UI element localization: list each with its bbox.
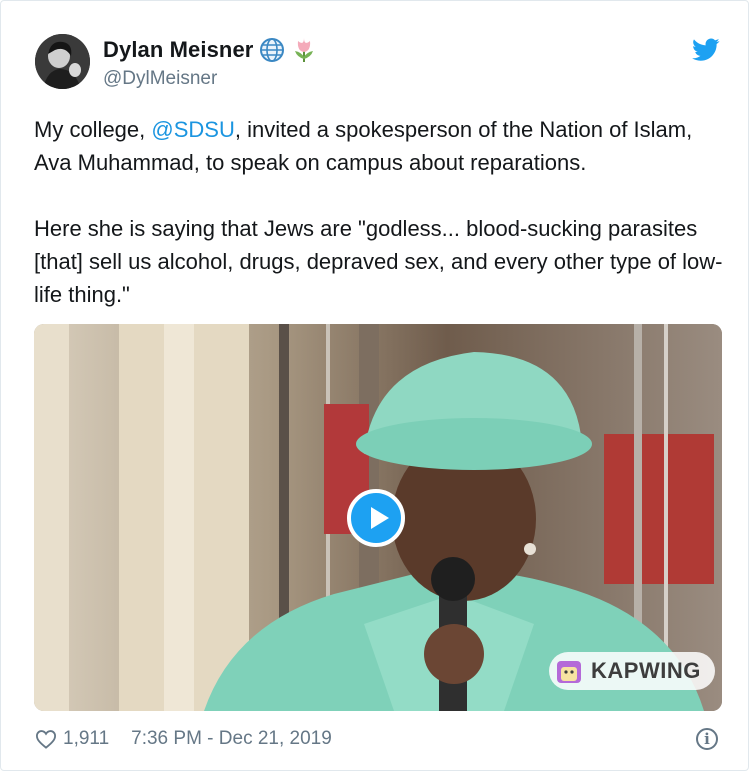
kapwing-watermark: KAPWING <box>549 652 715 690</box>
tweet-footer: 1,911 7:36 PM - Dec 21, 2019 <box>35 728 332 750</box>
mention-link[interactable]: @SDSU <box>151 117 234 142</box>
info-icon[interactable]: i <box>696 728 718 750</box>
kapwing-logo-icon <box>557 661 581 683</box>
avatar[interactable] <box>35 34 90 89</box>
watermark-text: KAPWING <box>591 658 701 683</box>
twitter-bird-icon[interactable] <box>692 38 720 62</box>
tulip-icon <box>291 37 317 63</box>
author-row: Dylan Meisner <box>103 37 317 63</box>
author-handle[interactable]: @DylMeisner <box>103 68 217 90</box>
text-span: My college, <box>34 117 152 142</box>
like-count[interactable]: 1,911 <box>63 728 109 750</box>
play-button[interactable] <box>347 489 405 547</box>
display-name[interactable]: Dylan Meisner <box>103 37 253 63</box>
tweet-paragraph-2: Here she is saying that Jews are "godles… <box>34 216 723 307</box>
globe-icon <box>259 37 285 63</box>
tweet-paragraph-1: My college, @SDSU, invited a spokesperso… <box>34 113 724 179</box>
tweet-card: Dylan Meisner @DylMeisner My college, @S… <box>0 0 749 771</box>
heart-icon[interactable] <box>35 729 57 749</box>
timestamp[interactable]: 7:36 PM - Dec 21, 2019 <box>131 728 332 750</box>
tweet-text: My college, @SDSU, invited a spokesperso… <box>34 113 724 311</box>
